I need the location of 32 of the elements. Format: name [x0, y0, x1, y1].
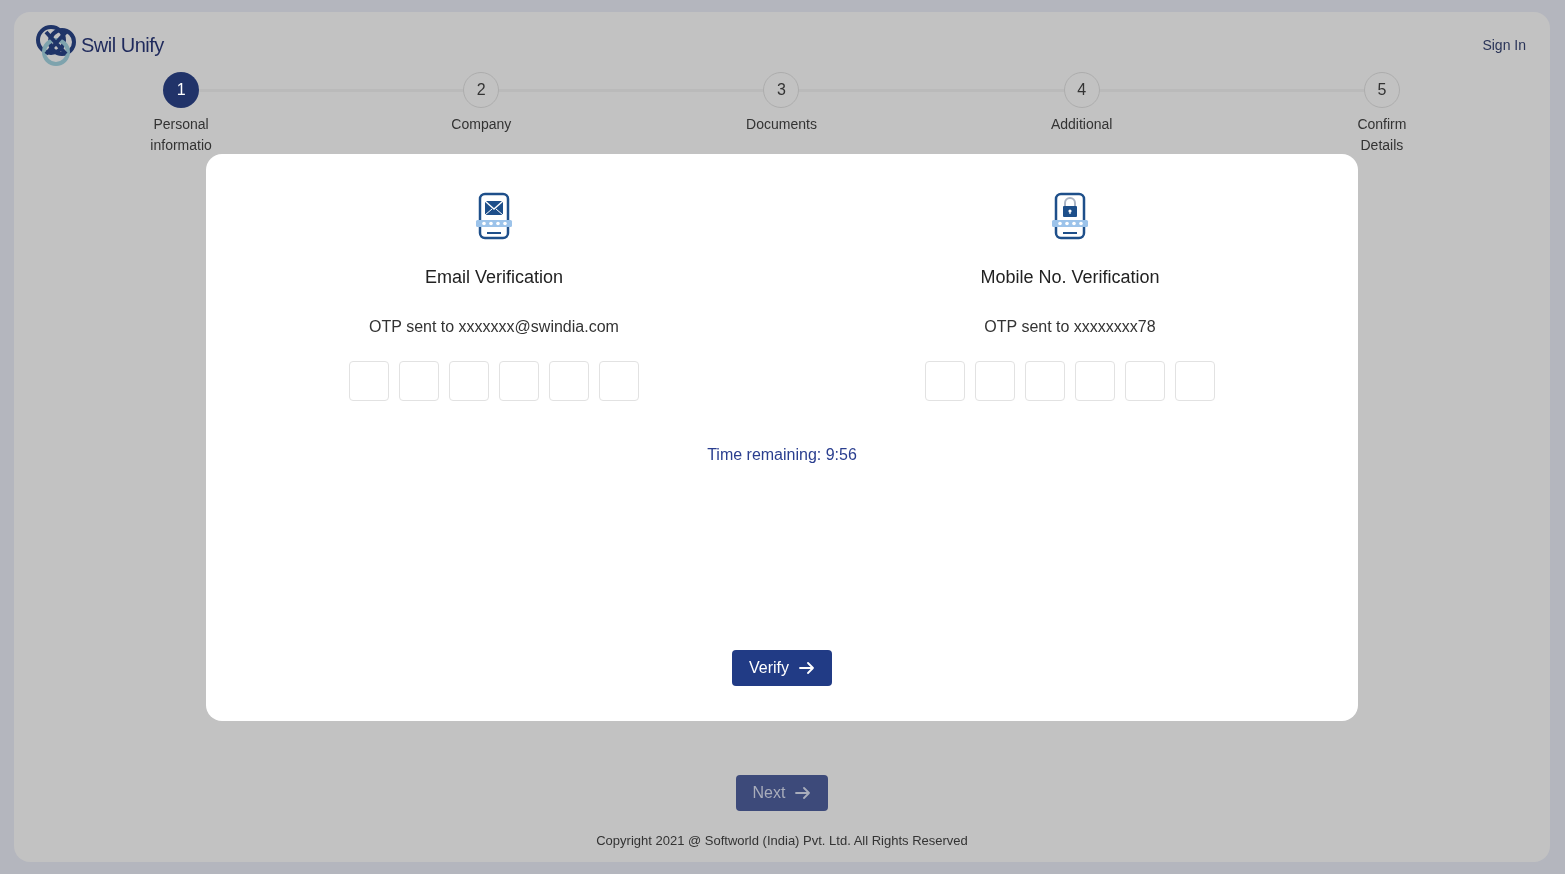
- step-label: Company: [451, 115, 512, 134]
- otp-digit-field[interactable]: [349, 361, 389, 401]
- step-label: Confirm: [1357, 115, 1407, 134]
- step-label: Details: [1360, 136, 1404, 155]
- step-label: Personal: [153, 115, 209, 134]
- section-title: Mobile No. Verification: [980, 266, 1160, 289]
- verify-button[interactable]: Verify: [732, 650, 832, 686]
- otp-digit-field[interactable]: [1025, 361, 1065, 401]
- otp-digit-field[interactable]: [1125, 361, 1165, 401]
- sign-in-link[interactable]: Sign In: [1482, 34, 1526, 56]
- step-label: informatio: [150, 136, 212, 155]
- arrow-right-icon: [799, 662, 815, 674]
- phone-envelope-icon: [475, 192, 513, 240]
- otp-digit-field[interactable]: [499, 361, 539, 401]
- otp-digit-field[interactable]: [399, 361, 439, 401]
- otp-digit-field[interactable]: [975, 361, 1015, 401]
- otp-digit-field[interactable]: [1175, 361, 1215, 401]
- otp-digit-field[interactable]: [925, 361, 965, 401]
- otp-digit-field[interactable]: [449, 361, 489, 401]
- otp-digit-field[interactable]: [1075, 361, 1115, 401]
- brand-name: Swil Unify: [81, 33, 164, 58]
- copyright-text: Copyright 2021 @ Softworld (India) Pvt. Ltd. All Rights Reserved: [596, 831, 968, 850]
- arrow-right-icon: [795, 786, 812, 799]
- timer-text: Time remaining: 9:56: [707, 445, 857, 465]
- otp-sent-text: OTP sent to xxxxxxxx78: [984, 317, 1156, 337]
- otp-digit-field[interactable]: [549, 361, 589, 401]
- otp-sent-text: OTP sent to xxxxxxx@swindia.com: [369, 317, 619, 337]
- phone-lock-icon: [1051, 192, 1089, 240]
- section-title: Email Verification: [424, 266, 564, 289]
- step-label: Additional: [1050, 115, 1113, 134]
- otp-digit-field[interactable]: [599, 361, 639, 401]
- step-label: Documents: [746, 115, 817, 134]
